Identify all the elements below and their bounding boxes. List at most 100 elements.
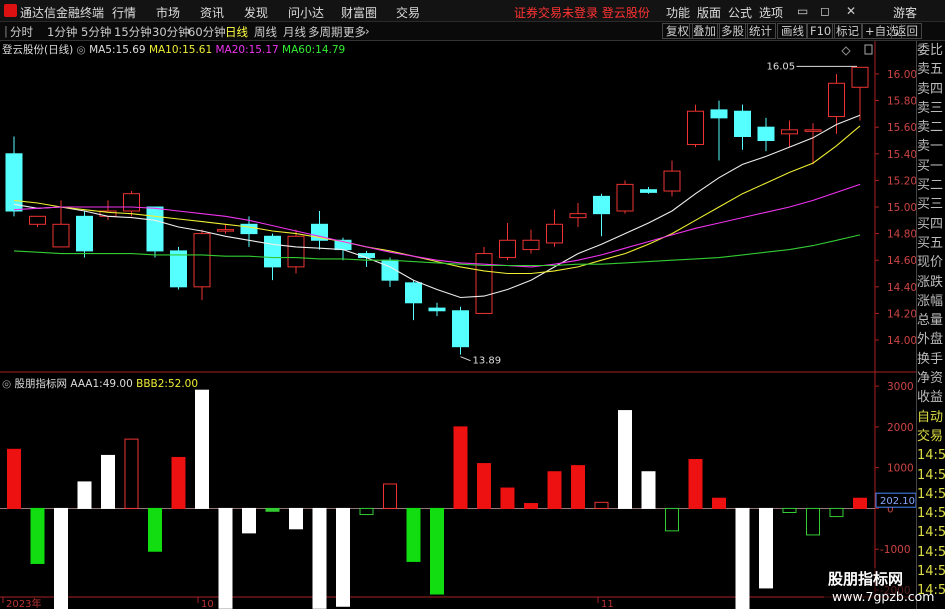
candle-body — [522, 239, 540, 251]
indicator-bar — [77, 481, 92, 509]
candle-body — [781, 129, 798, 135]
side-panel-item[interactable]: 卖一 — [917, 137, 945, 156]
indicator-bar — [430, 507, 444, 595]
side-panel-item[interactable]: 14:56 — [917, 543, 945, 562]
indicator-bar — [359, 507, 374, 516]
side-panel-item[interactable]: 现价 — [917, 253, 945, 272]
sub-tick-label: 3000 — [887, 381, 914, 393]
side-panel-item[interactable]: 外盘 — [917, 330, 945, 349]
low-marker — [460, 356, 471, 362]
side-panel-item[interactable]: 14:56 — [917, 485, 945, 504]
quote-side-panel: 委比 卖五 卖四 卖三 卖二 卖一 买一 买二 买三 买四 买五 现价 涨跌 涨幅 总量 外盘 换手 净资 收益 自动… — [916, 41, 945, 609]
indicator-bar — [547, 471, 562, 509]
candle-body — [170, 250, 187, 288]
sub-tick-label: -1000 — [880, 544, 911, 556]
indicator-bar — [500, 487, 515, 509]
candle-body — [569, 213, 587, 219]
side-panel-item[interactable]: 14:56 — [917, 504, 945, 523]
candle-body — [828, 82, 845, 118]
indicator-bar — [101, 454, 115, 509]
candle-body — [123, 193, 140, 212]
side-panel-item[interactable]: 总量 — [917, 311, 945, 330]
candle-body — [851, 66, 869, 88]
side-panel-item[interactable]: 委比 — [917, 41, 945, 60]
sub-tick-label: 2000 — [887, 422, 914, 434]
candle-body — [76, 215, 93, 252]
indicator-bar — [829, 507, 844, 518]
indicator-bar — [853, 497, 867, 509]
candle-body — [240, 223, 258, 235]
kline-chart[interactable]: 16.00 15.80 15.60 15.40 15.20 15.00 14.80 14.60… — [0, 0, 916, 609]
side-panel-item[interactable]: 涨幅 — [917, 292, 945, 311]
indicator-bar — [289, 507, 303, 530]
candle-body — [757, 126, 775, 141]
candle-body — [687, 110, 704, 145]
side-panel-item[interactable]: 买二 — [917, 176, 945, 195]
indicator-bar — [406, 507, 421, 562]
date-label: 2023年 — [6, 597, 41, 609]
price-tick-label: 15.00 — [887, 202, 916, 214]
candle-body — [264, 235, 281, 268]
ma5-line — [13, 114, 861, 299]
side-panel-item[interactable]: 买三 — [917, 195, 945, 214]
candle-body — [804, 129, 822, 132]
candle-body — [475, 253, 493, 314]
indicator-bar — [806, 507, 820, 536]
candle-body — [29, 215, 46, 225]
candle-body — [5, 153, 23, 212]
side-panel-item[interactable]: 卖三 — [917, 99, 945, 118]
side-panel-item[interactable]: 14:55 — [917, 446, 945, 465]
side-panel-item[interactable]: 14:56 — [917, 466, 945, 485]
side-panel-item[interactable]: 卖二 — [917, 118, 945, 137]
indicator-bar — [30, 507, 45, 564]
indicator-bar — [524, 503, 538, 509]
candle-body — [593, 195, 610, 215]
side-panel-item[interactable]: 买五 — [917, 234, 945, 253]
sub-tick-label: 1000 — [887, 463, 914, 475]
indicator-bar — [383, 483, 397, 509]
price-tick-label: 14.20 — [887, 308, 916, 320]
side-panel-item[interactable]: 买四 — [917, 215, 945, 234]
watermark-url: www.7gpzb.com — [832, 589, 935, 604]
candle-body — [52, 223, 70, 248]
indicator-bar — [312, 507, 327, 609]
candle-body — [452, 310, 469, 348]
side-panel-item[interactable]: 14:56 — [917, 523, 945, 542]
price-tick-label: 15.20 — [887, 175, 916, 187]
sub-current-value: 202.10 — [880, 496, 915, 507]
candle-body — [217, 229, 234, 232]
side-panel-item[interactable]: 收益 — [917, 388, 945, 407]
candle-body — [428, 307, 446, 312]
candle-body — [193, 233, 211, 288]
side-panel-item[interactable]: 交易 — [917, 427, 945, 446]
price-tick-label: 16.00 — [887, 69, 916, 81]
indicator-bar — [759, 507, 773, 589]
indicator-bar — [594, 501, 609, 509]
candle-body — [287, 235, 305, 268]
indicator-bar — [54, 507, 68, 609]
side-panel-item[interactable]: 卖四 — [917, 80, 945, 99]
date-label: 11 — [601, 599, 614, 609]
side-panel-item[interactable]: 自动 — [917, 408, 945, 427]
indicator-bar — [571, 465, 585, 509]
indicator-bar — [218, 507, 233, 609]
expand-icon — [864, 44, 873, 55]
indicator-bar — [618, 410, 632, 509]
side-panel-item[interactable]: 换手 — [917, 350, 945, 369]
candle-body — [499, 239, 516, 259]
side-panel-item[interactable]: 净资 — [917, 369, 945, 388]
side-panel-item[interactable]: 涨跌 — [917, 273, 945, 292]
candle-body — [146, 206, 164, 252]
price-tick-label: 14.00 — [887, 335, 916, 347]
low-price-label: 13.89 — [473, 356, 502, 367]
watermark: 股朋指标网 www.7gpzb.com — [824, 568, 934, 609]
side-panel-item[interactable]: 卖五 — [917, 60, 945, 79]
candle-body — [405, 282, 422, 304]
candle-body — [734, 110, 751, 137]
side-panel-item[interactable]: 买一 — [917, 157, 945, 176]
ma10-line — [13, 125, 861, 275]
indicator-bar — [195, 389, 209, 509]
side-panel-item[interactable]: 14:56 — [917, 562, 945, 581]
price-tick-label: 14.40 — [887, 282, 916, 294]
indicator-bar — [477, 463, 491, 509]
